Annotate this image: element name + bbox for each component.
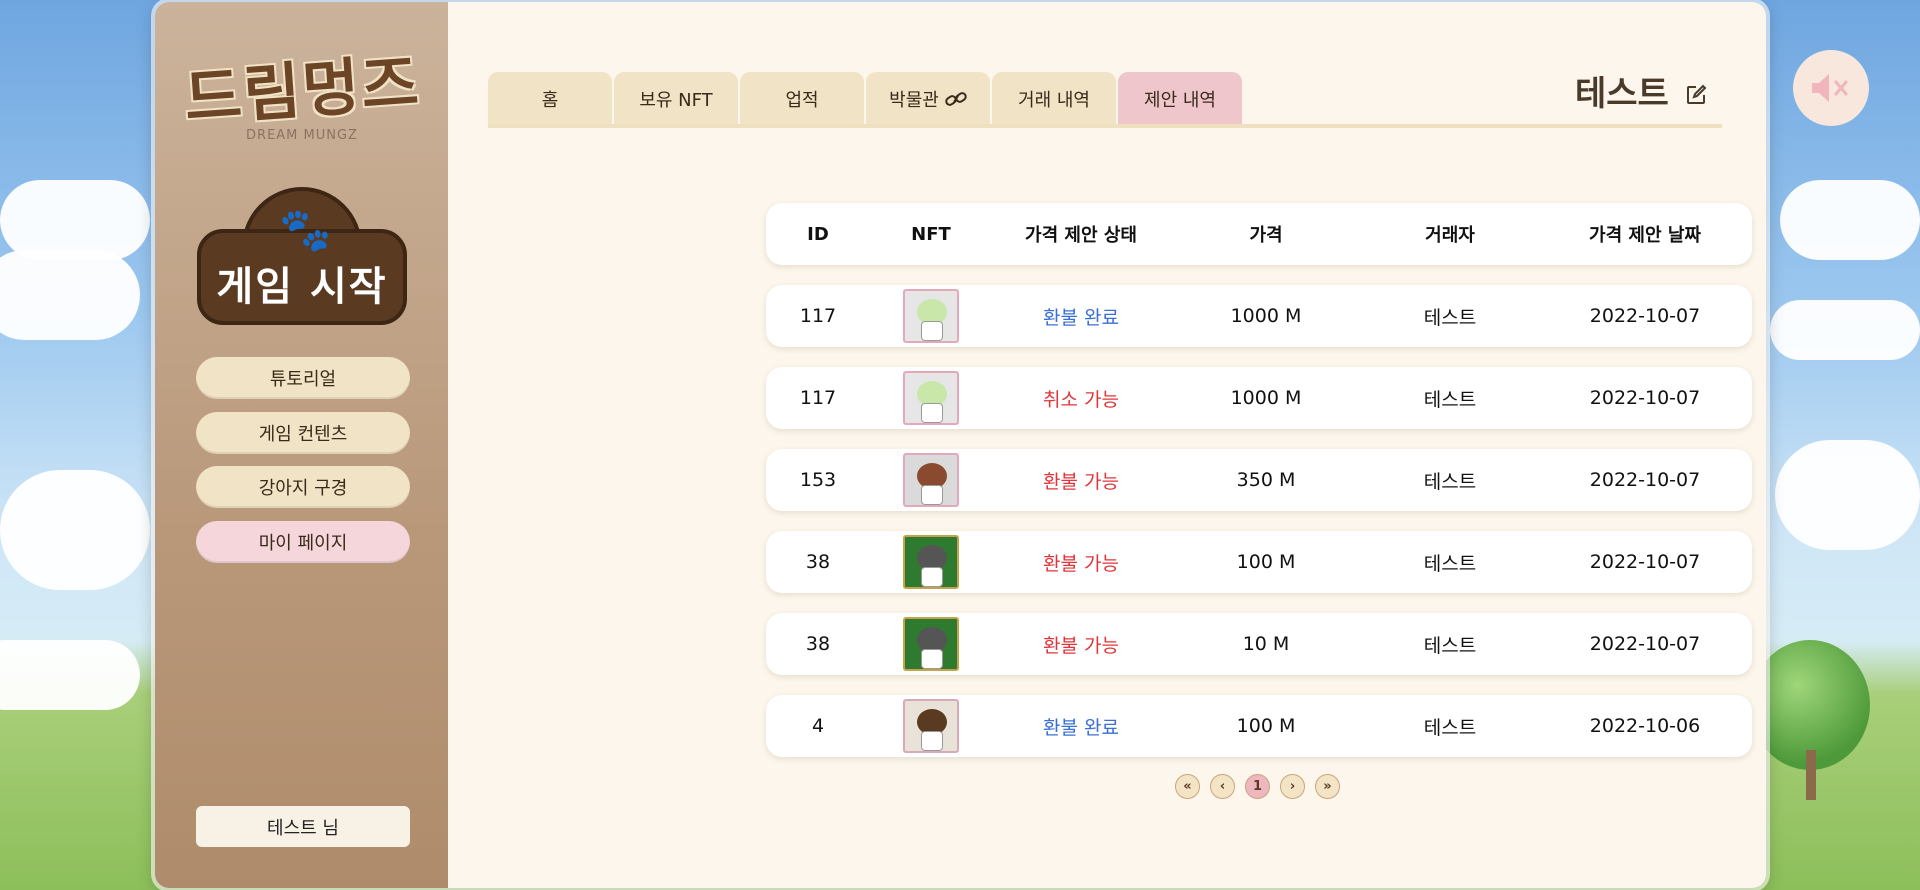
cell-status[interactable]: 환불 가능 (992, 549, 1170, 576)
cell-date: 2022-10-07 (1589, 305, 1701, 327)
user-name-box[interactable]: 테스트 님 (196, 806, 410, 847)
cell-date: 2022-10-06 (1589, 715, 1701, 737)
speaker-muted-icon (1812, 74, 1848, 102)
table-header: ID NFT 가격 제안 상태 가격 거래자 가격 제안 날짜 (766, 203, 1752, 265)
tab-museum[interactable]: 박물관 (866, 72, 990, 126)
page-button-current[interactable]: 1 (1245, 774, 1270, 799)
tab-trade-history[interactable]: 거래 내역 (992, 72, 1116, 126)
prev-page-button[interactable]: ‹ (1210, 774, 1235, 799)
edit-icon[interactable] (1685, 84, 1707, 106)
table-row[interactable]: 117 환불 완료 1000 M 테스트 2022-10-07 (766, 285, 1752, 347)
cell-trader: 테스트 (1423, 634, 1477, 657)
cell-nft (870, 617, 992, 671)
tab-label: 거래 내역 (1018, 90, 1090, 111)
tab-bar: 홈 보유 NFT 업적 박물관 거래 내역 제안 내역 (488, 72, 1244, 128)
table-row[interactable]: 38 환불 가능 10 M 테스트 2022-10-07 (766, 613, 1752, 675)
cell-nft (870, 371, 992, 425)
cell-status[interactable]: 취소 가능 (992, 385, 1170, 412)
sidebar: 드림멍즈 DREAM MUNGZ 🐾 게임 시작 튜토리얼 게임 컨텐츠 강아지… (155, 2, 448, 888)
cell-date: 2022-10-07 (1589, 469, 1701, 491)
table-row[interactable]: 117 취소 가능 1000 M 테스트 2022-10-07 (766, 367, 1752, 429)
cell-id: 153 (799, 469, 837, 491)
logo-text: 드림멍즈 (182, 45, 423, 136)
cell-trader: 테스트 (1423, 552, 1477, 575)
header-nft: NFT (911, 223, 951, 245)
game-start-label: 게임 시작 (216, 264, 388, 310)
cell-date: 2022-10-07 (1589, 633, 1701, 655)
cell-status[interactable]: 환불 가능 (992, 467, 1170, 494)
header-date: 가격 제안 날짜 (1589, 225, 1701, 246)
offer-table: ID NFT 가격 제안 상태 가격 거래자 가격 제안 날짜 117 환불 완료… (766, 203, 1752, 757)
link-icon (945, 92, 967, 106)
header-trader: 거래자 (1425, 225, 1475, 246)
next-page-button[interactable]: › (1280, 774, 1305, 799)
tab-label: 보유 NFT (639, 90, 713, 111)
cell-id: 38 (805, 551, 831, 573)
cell-nft (870, 699, 992, 753)
nft-thumbnail[interactable] (903, 289, 959, 343)
tab-label: 제안 내역 (1144, 90, 1216, 111)
mute-button[interactable] (1793, 50, 1869, 126)
nft-thumbnail[interactable] (903, 699, 959, 753)
tab-offer-history[interactable]: 제안 내역 (1118, 72, 1242, 126)
header-price: 가격 (1249, 225, 1283, 246)
nft-thumbnail[interactable] (903, 617, 959, 671)
pagination: « ‹ 1 › » (1175, 774, 1340, 799)
tab-achievements[interactable]: 업적 (740, 72, 864, 126)
cell-id: 117 (799, 305, 837, 327)
cell-date: 2022-10-07 (1589, 387, 1701, 409)
cell-nft (870, 453, 992, 507)
cell-price: 350 M (1236, 469, 1296, 491)
nft-thumbnail[interactable] (903, 371, 959, 425)
cell-price: 100 M (1236, 715, 1296, 737)
tab-underline (488, 124, 1722, 128)
tab-label: 박물관 (889, 90, 939, 111)
header-id: ID (807, 223, 829, 245)
cell-price: 1000 M (1230, 305, 1302, 327)
logo[interactable]: 드림멍즈 DREAM MUNGZ (177, 40, 427, 150)
nft-thumbnail[interactable] (903, 453, 959, 507)
cell-trader: 테스트 (1423, 306, 1477, 329)
cell-status[interactable]: 환불 완료 (992, 713, 1170, 740)
logo-subtitle: DREAM MUNGZ (246, 128, 358, 143)
cell-trader: 테스트 (1423, 716, 1477, 739)
cell-nft (870, 535, 992, 589)
cell-price: 10 M (1242, 633, 1290, 655)
sidebar-item-my-page[interactable]: 마이 페이지 (196, 521, 410, 563)
table-row[interactable]: 153 환불 가능 350 M 테스트 2022-10-07 (766, 449, 1752, 511)
sidebar-item-game-contents[interactable]: 게임 컨텐츠 (196, 412, 410, 454)
first-page-button[interactable]: « (1175, 774, 1200, 799)
cell-nft (870, 289, 992, 343)
header-status: 가격 제안 상태 (1025, 225, 1137, 246)
sidebar-item-tutorial[interactable]: 튜토리얼 (196, 357, 410, 399)
cell-trader: 테스트 (1423, 470, 1477, 493)
tree-decoration (1750, 640, 1870, 800)
cell-id: 4 (811, 715, 825, 737)
cell-date: 2022-10-07 (1589, 551, 1701, 573)
table-row[interactable]: 38 환불 가능 100 M 테스트 2022-10-07 (766, 531, 1752, 593)
tab-home[interactable]: 홈 (488, 72, 612, 126)
profile-name: 테스트 (1575, 74, 1669, 114)
game-start-button[interactable]: 🐾 게임 시작 (197, 187, 407, 325)
cell-status[interactable]: 환불 완료 (992, 303, 1170, 330)
app-window: 드림멍즈 DREAM MUNGZ 🐾 게임 시작 튜토리얼 게임 컨텐츠 강아지… (155, 2, 1766, 888)
cell-id: 38 (805, 633, 831, 655)
tab-owned-nft[interactable]: 보유 NFT (614, 72, 738, 126)
cell-status[interactable]: 환불 가능 (992, 631, 1170, 658)
tab-label: 업적 (785, 90, 819, 111)
tab-label: 홈 (541, 90, 559, 111)
sidebar-item-dog-viewing[interactable]: 강아지 구경 (196, 466, 410, 508)
cell-trader: 테스트 (1423, 388, 1477, 411)
cell-price: 1000 M (1230, 387, 1302, 409)
last-page-button[interactable]: » (1315, 774, 1340, 799)
table-row[interactable]: 4 환불 완료 100 M 테스트 2022-10-06 (766, 695, 1752, 757)
paw-icon: 🐾 (279, 205, 332, 254)
cell-price: 100 M (1236, 551, 1296, 573)
cell-id: 117 (799, 387, 837, 409)
nft-thumbnail[interactable] (903, 535, 959, 589)
